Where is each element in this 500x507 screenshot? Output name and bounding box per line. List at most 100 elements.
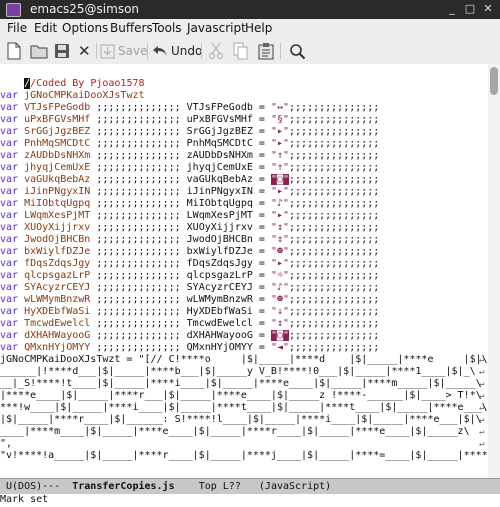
close-icon[interactable]: ✕: [482, 3, 494, 15]
menu-buffers[interactable]: Buffers: [110, 21, 153, 35]
code-line: ***!w____|$|_____|****i____|$|_____|****…: [0, 402, 488, 413]
string-literal: "▸": [270, 126, 290, 137]
code-line: ______|!****d___|$|_____|****b___|$|____…: [0, 366, 476, 377]
keyword-var: var: [0, 258, 25, 269]
string-literal: "▸": [270, 186, 290, 197]
cut-icon[interactable]: [208, 41, 224, 61]
variable-name: HyXDEbfWaSi: [186, 306, 253, 317]
editor-buffer[interactable]: //Coded By Pjoao1578 var jGNoCMPKaiDooXJ…: [0, 64, 488, 478]
variable-name: SrGGjJgzBEZ: [186, 126, 253, 137]
code-line: var TmcwdEwelcl ;;;;;;;;;;;;;; TmcwdEwel…: [0, 318, 379, 330]
scrollbar-thumb[interactable]: [490, 67, 498, 95]
search-icon[interactable]: [289, 41, 306, 61]
filler: ;;;;;;;;;;;;;;;: [289, 198, 380, 209]
keyword-var: var: [0, 210, 25, 221]
filler: ;;;;;;;;;;;;;;: [90, 222, 187, 233]
keyword-var: var: [0, 162, 25, 173]
keyword-var: var: [0, 126, 25, 137]
code-line: var bxWiylfDZJe ;;;;;;;;;;;;;; bxWiylfDZ…: [0, 246, 379, 258]
filler: ;;;;;;;;;;;;;;: [90, 126, 187, 137]
code-line: var SrGGjJgzBEZ ;;;;;;;;;;;;;; SrGGjJgzB…: [0, 126, 379, 138]
keyword-var: var: [0, 342, 25, 353]
menu-javascript[interactable]: Javascript: [187, 21, 246, 35]
copy-icon[interactable]: [233, 41, 249, 61]
operator: =: [252, 102, 271, 113]
code-line: ",: [0, 438, 13, 449]
save-button[interactable]: Save: [100, 41, 147, 61]
minimize-icon[interactable]: _: [446, 3, 458, 15]
filler: ;;;;;;;;;;;;;;: [90, 270, 187, 281]
operator: =: [252, 186, 271, 197]
emacs-app-icon: [6, 3, 21, 17]
variable-name: fDqsZdqsJgy: [24, 258, 91, 269]
line-wrap-icon: ↵: [479, 415, 485, 425]
keyword-var: var: [0, 150, 25, 161]
variable-name: QMxnHYjOMYY: [24, 342, 91, 353]
menu-options[interactable]: Options: [62, 21, 108, 35]
line-wrap-icon: ↵: [479, 391, 485, 401]
filler: ;;;;;;;;;;;;;;;: [289, 102, 380, 113]
code-line: var MiIObtqUgpq ;;;;;;;;;;;;;; MiIObtqUg…: [0, 198, 379, 210]
keyword-var: var: [0, 306, 25, 317]
close-buffer-icon[interactable]: ✕: [78, 41, 91, 61]
operator: =: [252, 198, 271, 209]
minibuffer[interactable]: Mark set: [0, 493, 500, 507]
string-literal: "☻": [270, 294, 290, 305]
code-line: var XUOyXijjrxv ;;;;;;;;;;;;;; XUOyXijjr…: [0, 222, 379, 234]
vertical-scrollbar[interactable]: [488, 64, 500, 478]
major-mode[interactable]: (JavaScript): [259, 481, 331, 492]
filler: ;;;;;;;;;;;;;;;: [289, 258, 380, 269]
variable-name: iJinPNgyxIN: [186, 186, 253, 197]
filler: ;;;;;;;;;;;;;;: [90, 282, 187, 293]
save-disk-icon[interactable]: [54, 41, 70, 61]
filler: ;;;;;;;;;;;;;;;: [289, 174, 380, 185]
string-literal: "↕": [270, 234, 290, 245]
undo-button[interactable]: Undo: [152, 41, 202, 61]
menu-edit[interactable]: Edit: [34, 21, 57, 35]
filler: ;;;;;;;;;;;;;;;: [289, 150, 380, 161]
keyword-var: var: [0, 186, 25, 197]
open-folder-icon[interactable]: [30, 41, 48, 61]
string-literal: "↕": [270, 222, 290, 233]
code-line: var fDqsZdqsJgy ;;;;;;;;;;;;;; fDqsZdqsJ…: [0, 258, 379, 270]
menu-file[interactable]: File: [7, 21, 27, 35]
menu-help[interactable]: Help: [245, 21, 272, 35]
filler: ;;;;;;;;;;;;;;;: [289, 294, 380, 305]
operator: =: [252, 306, 271, 317]
buffer-name[interactable]: TransferCopies.js: [72, 481, 174, 492]
code-line: var HyXDEbfWaSi ;;;;;;;;;;;;;; HyXDEbfWa…: [0, 306, 379, 318]
buffer-position: Top L??: [174, 481, 259, 492]
variable-name: LWqmXesPjMT: [186, 210, 253, 221]
keyword-var: var: [0, 246, 25, 257]
line-wrap-icon: ↵: [479, 427, 485, 437]
string-literal: "☻": [270, 246, 290, 257]
filler: ;;;;;;;;;;;;;;: [90, 150, 187, 161]
toolbar: ✕ Save Undo: [0, 38, 500, 65]
operator: =: [252, 234, 271, 245]
filler: ;;;;;;;;;;;;;;;: [289, 246, 380, 257]
string-literal: "◄": [270, 342, 290, 353]
new-file-icon[interactable]: [6, 41, 22, 61]
string-literal: "♪": [270, 282, 290, 293]
keyword-var: var: [0, 102, 25, 113]
operator: =: [252, 150, 271, 161]
maximize-icon[interactable]: □: [464, 3, 476, 15]
variable-name: bxWiylfDZJe: [186, 246, 253, 257]
filler: ;;;;;;;;;;;;;;;: [289, 282, 380, 293]
keyword-var: var: [0, 234, 25, 245]
code-line: |$|_____|****r____|$|______: S!****!l___…: [0, 414, 482, 425]
menu-tools[interactable]: Tools: [152, 21, 182, 35]
filler: ;;;;;;;;;;;;;;: [90, 294, 187, 305]
line-wrap-icon: ↵: [479, 439, 485, 449]
variable-name: SrGGjJgzBEZ: [24, 126, 91, 137]
variable-name: jGNoCMPKaiDooXJsTwzt: [24, 90, 145, 101]
string-literal: "§": [270, 114, 290, 125]
code-line: "v!****!a_____|$|_____|****r____|$|_____…: [0, 450, 488, 461]
save-label: Save: [118, 44, 148, 58]
operator: =: [252, 126, 271, 137]
paste-icon[interactable]: [258, 41, 274, 61]
filler: ;;;;;;;;;;;;;;: [90, 210, 187, 221]
filler: ;;;;;;;;;;;;;;;: [289, 186, 380, 197]
code-line: var LWqmXesPjMT ;;;;;;;;;;;;;; LWqmXesPj…: [0, 210, 379, 222]
variable-name: TmcwdEwelcl: [24, 318, 91, 329]
